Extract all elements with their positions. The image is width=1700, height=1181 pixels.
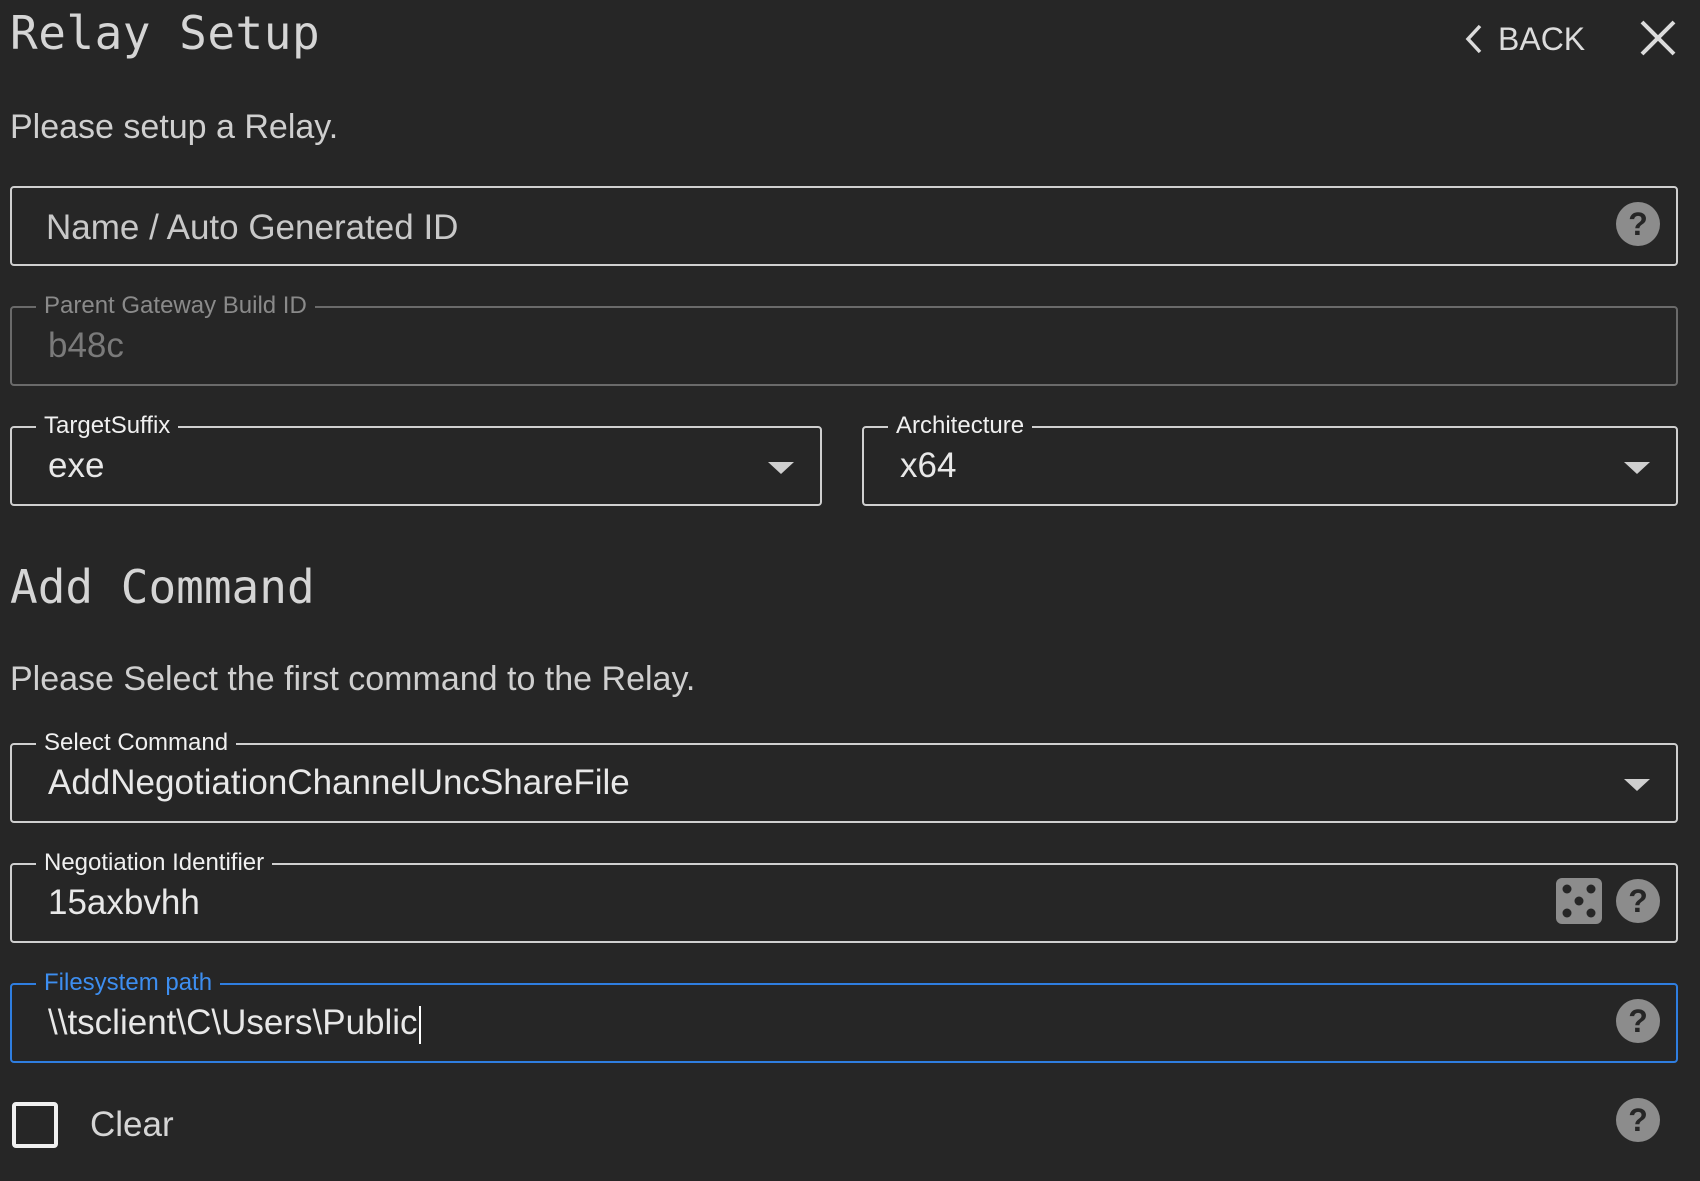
close-icon bbox=[1638, 18, 1678, 58]
clear-label: Clear bbox=[90, 1105, 174, 1144]
help-icon[interactable]: ? bbox=[1616, 202, 1660, 246]
architecture-value: x64 bbox=[900, 446, 957, 485]
back-button[interactable]: BACK bbox=[1464, 14, 1585, 64]
architecture-label: Architecture bbox=[888, 411, 1033, 441]
clear-checkbox[interactable] bbox=[12, 1102, 58, 1148]
dropdown-arrow-icon[interactable] bbox=[768, 462, 794, 474]
select-command-label: Select Command bbox=[36, 728, 237, 758]
filesystem-path-value: \\tsclient\C\Users\Public bbox=[48, 1003, 418, 1042]
chevron-left-icon bbox=[1464, 23, 1484, 55]
back-label: BACK bbox=[1498, 20, 1586, 57]
help-icon[interactable]: ? bbox=[1616, 879, 1660, 923]
dice-icon[interactable] bbox=[1556, 878, 1602, 924]
negotiation-identifier-label: Negotiation Identifier bbox=[36, 848, 273, 878]
help-icon[interactable]: ? bbox=[1616, 999, 1660, 1043]
command-intro-text: Please Select the first command to the R… bbox=[10, 660, 696, 698]
parent-gateway-value: b48c bbox=[48, 326, 124, 365]
filesystem-path-value-wrapper: \\tsclient\C\Users\Public bbox=[48, 1002, 421, 1044]
target-suffix-label: TargetSuffix bbox=[36, 411, 179, 441]
architecture-select[interactable]: Architecture x64 bbox=[862, 411, 1678, 506]
dropdown-arrow-icon[interactable] bbox=[1624, 779, 1650, 791]
relay-intro-text: Please setup a Relay. bbox=[10, 108, 339, 146]
negotiation-identifier-value: 15axbvhh bbox=[48, 883, 200, 922]
name-placeholder: Name / Auto Generated ID bbox=[46, 208, 459, 247]
select-command-value: AddNegotiationChannelUncShareFile bbox=[48, 763, 630, 802]
close-button[interactable] bbox=[1638, 18, 1678, 58]
add-command-title: Add Command bbox=[10, 560, 315, 614]
filesystem-path-label: Filesystem path bbox=[36, 968, 221, 998]
dropdown-arrow-icon[interactable] bbox=[1624, 462, 1650, 474]
name-input[interactable]: Name / Auto Generated ID ? bbox=[10, 186, 1678, 266]
filesystem-path-input[interactable]: Filesystem path \\tsclient\C\Users\Publi… bbox=[10, 968, 1678, 1063]
help-icon[interactable]: ? bbox=[1616, 1098, 1660, 1142]
relay-setup-dialog: Relay Setup BACK Please setup a Relay. N… bbox=[0, 0, 1700, 1181]
select-command-select[interactable]: Select Command AddNegotiationChannelUncS… bbox=[10, 728, 1678, 823]
negotiation-identifier-input[interactable]: Negotiation Identifier 15axbvhh ? bbox=[10, 848, 1678, 943]
page-title: Relay Setup bbox=[10, 6, 321, 60]
text-cursor bbox=[418, 1005, 421, 1044]
parent-gateway-label: Parent Gateway Build ID bbox=[36, 291, 315, 321]
target-suffix-select[interactable]: TargetSuffix exe bbox=[10, 411, 822, 506]
target-suffix-value: exe bbox=[48, 446, 105, 485]
parent-gateway-build-id-field: Parent Gateway Build ID b48c bbox=[10, 291, 1678, 386]
